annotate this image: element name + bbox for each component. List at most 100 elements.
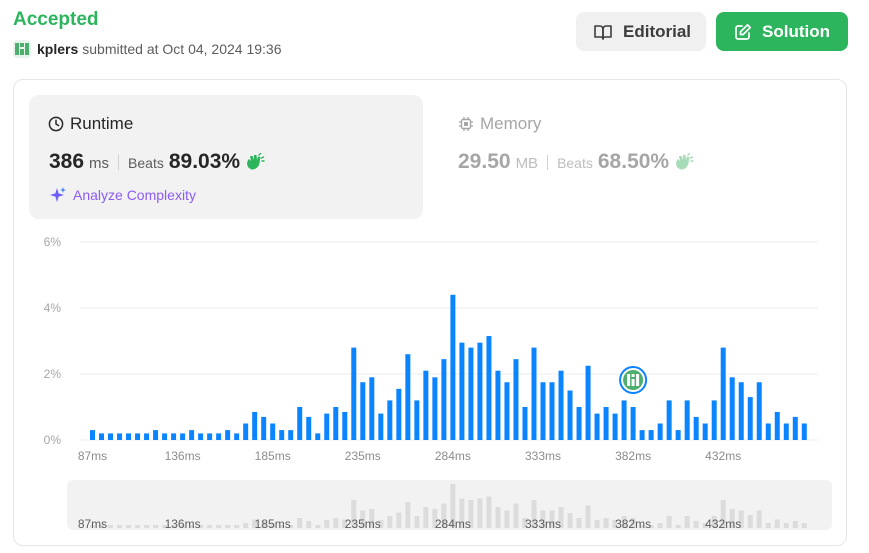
- chart-bar[interactable]: [315, 433, 321, 440]
- navigator-bar: [684, 516, 690, 528]
- navigator-bar: [585, 505, 591, 528]
- chart-bar[interactable]: [441, 359, 447, 440]
- navigator-bar: [774, 519, 780, 528]
- chart-bar[interactable]: [243, 423, 249, 441]
- chart-bar[interactable]: [702, 423, 708, 441]
- chart-bar[interactable]: [630, 407, 636, 440]
- chart-bar[interactable]: [594, 413, 600, 440]
- chart-bar[interactable]: [234, 433, 240, 440]
- chart-bar[interactable]: [324, 413, 330, 440]
- navigator-bar: [297, 518, 303, 528]
- chart-bar[interactable]: [504, 382, 510, 440]
- chart-bar[interactable]: [378, 413, 384, 440]
- chart-bar[interactable]: [495, 370, 501, 440]
- chart-bar[interactable]: [657, 423, 663, 441]
- navigator-bar: [216, 525, 222, 528]
- navigator-bar: [747, 515, 753, 528]
- chart-bar[interactable]: [288, 430, 294, 440]
- chart-bar[interactable]: [549, 382, 555, 440]
- chart-bar[interactable]: [216, 433, 222, 440]
- chart-bar[interactable]: [207, 433, 213, 440]
- chart-bar[interactable]: [333, 407, 339, 440]
- chart-bar[interactable]: [468, 347, 474, 440]
- chart-bar[interactable]: [720, 347, 726, 440]
- chart-bar[interactable]: [648, 430, 654, 440]
- chart-bar[interactable]: [405, 354, 411, 440]
- chart-bar[interactable]: [270, 423, 276, 441]
- chart-bar[interactable]: [585, 365, 591, 440]
- navigator-bar: [324, 520, 330, 528]
- chart-bar[interactable]: [747, 397, 753, 440]
- chart-bar[interactable]: [252, 411, 258, 440]
- navigator-bar: [792, 521, 798, 528]
- chart-bar[interactable]: [684, 400, 690, 440]
- chart-bar[interactable]: [189, 430, 195, 440]
- chart-bar[interactable]: [306, 416, 312, 440]
- chart-bar[interactable]: [450, 294, 456, 440]
- chart-bar[interactable]: [675, 430, 681, 440]
- navigator-bar: [666, 516, 672, 528]
- chart-bar[interactable]: [360, 382, 366, 440]
- y-tick-label: 4%: [44, 301, 62, 315]
- chart-bar[interactable]: [774, 411, 780, 440]
- chart-bar[interactable]: [666, 400, 672, 440]
- chart-bar[interactable]: [369, 377, 375, 440]
- chart-bar[interactable]: [531, 347, 537, 440]
- chart-bar[interactable]: [297, 407, 303, 440]
- chart-bar[interactable]: [423, 370, 429, 440]
- chart-bar[interactable]: [783, 423, 789, 441]
- chart-bar[interactable]: [396, 388, 402, 440]
- x-tick-label: 136ms: [165, 449, 201, 463]
- chart-bar[interactable]: [612, 413, 618, 440]
- chart-bar[interactable]: [738, 382, 744, 440]
- y-tick-label: 2%: [44, 367, 62, 381]
- chart-bar[interactable]: [279, 430, 285, 440]
- chart-bar[interactable]: [558, 370, 564, 440]
- chart-bar[interactable]: [729, 377, 735, 440]
- chart-bar[interactable]: [99, 433, 105, 440]
- chart-bar[interactable]: [522, 407, 528, 440]
- chart-bar[interactable]: [144, 433, 150, 440]
- chart-bar[interactable]: [153, 430, 159, 440]
- navigator-bar: [396, 512, 402, 528]
- chart-bar[interactable]: [180, 433, 186, 440]
- chart-bar[interactable]: [639, 430, 645, 440]
- chart-bar[interactable]: [603, 407, 609, 440]
- chart-bar[interactable]: [225, 430, 231, 440]
- chart-bar[interactable]: [477, 342, 483, 440]
- navigator-bar: [603, 518, 609, 528]
- chart-bar[interactable]: [540, 382, 546, 440]
- chart-bar[interactable]: [432, 377, 438, 440]
- navigator-tick-label: 333ms: [525, 517, 561, 531]
- chart-bar[interactable]: [261, 416, 267, 440]
- chart-bar[interactable]: [171, 433, 177, 440]
- chart-bar[interactable]: [576, 407, 582, 440]
- chart-bar[interactable]: [351, 347, 357, 440]
- chart-bar[interactable]: [117, 433, 123, 440]
- navigator-tick-label: 284ms: [435, 517, 471, 531]
- navigator-bar: [108, 525, 114, 528]
- chart-bar[interactable]: [90, 430, 95, 440]
- chart-bar[interactable]: [513, 359, 519, 440]
- chart-bar[interactable]: [162, 433, 168, 440]
- chart-bar[interactable]: [711, 400, 717, 440]
- chart-bar[interactable]: [108, 433, 114, 440]
- chart-bar[interactable]: [126, 433, 132, 440]
- chart-bar[interactable]: [567, 390, 573, 441]
- navigator-bar: [576, 518, 582, 528]
- navigator-bar: [594, 520, 600, 528]
- chart-bar[interactable]: [801, 423, 807, 441]
- chart-bar[interactable]: [621, 400, 627, 440]
- chart-bar[interactable]: [342, 411, 348, 440]
- chart-bar[interactable]: [459, 342, 465, 440]
- chart-bar[interactable]: [693, 416, 699, 440]
- chart-bar[interactable]: [792, 416, 798, 440]
- chart-bar[interactable]: [198, 433, 204, 440]
- navigator-bar: [801, 523, 807, 528]
- chart-bar[interactable]: [765, 423, 771, 441]
- chart-bar[interactable]: [414, 400, 420, 440]
- chart-bar[interactable]: [135, 433, 141, 440]
- chart-bar[interactable]: [756, 382, 762, 440]
- chart-bar[interactable]: [387, 400, 393, 440]
- chart-bar[interactable]: [486, 336, 492, 440]
